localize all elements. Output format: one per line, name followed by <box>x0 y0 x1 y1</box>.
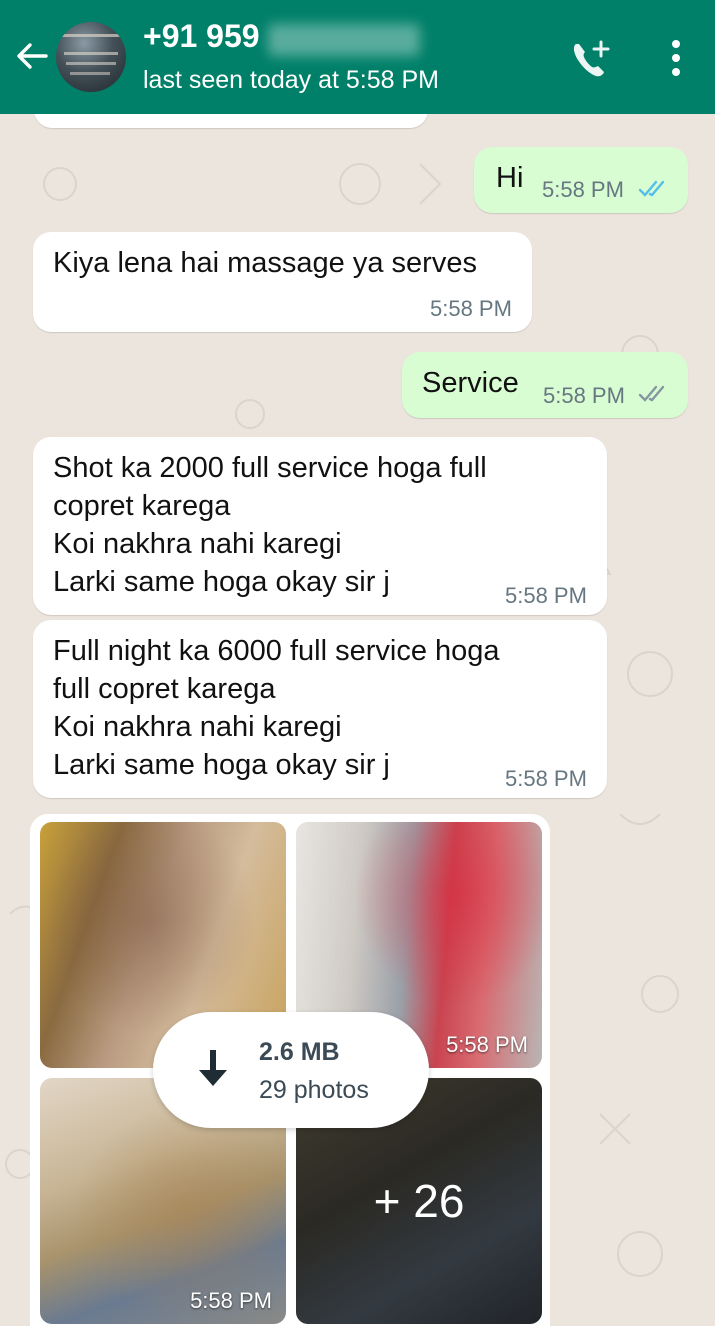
read-receipt-icon <box>638 180 665 197</box>
message-line: Koi nakhra nahi karegi <box>53 528 342 560</box>
message-time: 5:58 PM <box>543 383 625 408</box>
message-line: Koi nakhra nahi karegi <box>53 711 342 743</box>
message-bubble-outgoing[interactable]: Service 5:58 PM <box>402 352 688 418</box>
delivered-receipt-icon <box>638 385 665 402</box>
message-bubble-outgoing[interactable]: Hi 5:58 PM <box>474 147 688 213</box>
back-arrow-icon[interactable] <box>14 38 50 74</box>
more-options-icon[interactable] <box>662 38 690 78</box>
message-line: Larki same hoga okay sir j <box>53 749 390 781</box>
download-button[interactable]: 2.6 MB 29 photos <box>153 1012 429 1128</box>
message-text: Kiya lena hai massage ya serves <box>53 247 477 279</box>
chat-area[interactable]: Hi 5:58 PM Kiya lena hai massage ya serv… <box>0 114 715 1326</box>
message-time: 5:58 PM <box>505 766 587 791</box>
message-line: copret karega <box>53 490 231 522</box>
add-call-icon[interactable] <box>568 38 614 82</box>
contact-avatar[interactable] <box>56 22 126 92</box>
message-time: 5:58 PM <box>505 583 587 608</box>
chat-header: +91 959 last seen today at 5:58 PM <box>0 0 715 114</box>
message-line: Full night ka 6000 full service hoga <box>53 635 500 667</box>
photo-time: 5:58 PM <box>190 1288 272 1313</box>
photo-count: 29 photos <box>259 1076 369 1104</box>
message-line: full copret karega <box>53 673 276 705</box>
redacted-number-blur <box>268 24 420 56</box>
message-bubble-incoming[interactable]: Shot ka 2000 full service hoga full copr… <box>33 437 607 615</box>
message-bubble-incoming[interactable]: Kiya lena hai massage ya serves 5:58 PM <box>33 232 532 332</box>
contact-name[interactable]: +91 959 <box>143 18 260 55</box>
message-time: 5:58 PM <box>430 296 512 321</box>
message-line: Larki same hoga okay sir j <box>53 566 390 598</box>
download-size: 2.6 MB <box>259 1038 340 1066</box>
last-seen-status: last seen today at 5:58 PM <box>143 66 440 94</box>
message-line: Shot ka 2000 full service hoga full <box>53 452 487 484</box>
message-time: 5:58 PM <box>542 177 624 202</box>
message-text: Service <box>422 367 519 399</box>
message-bubble-partial <box>34 114 428 128</box>
photo-time: 5:58 PM <box>446 1032 528 1057</box>
message-text: Hi <box>496 162 524 194</box>
photo-album-bubble[interactable]: 5:58 PM 5:58 PM + 26 2.6 MB 29 photos <box>30 814 550 1326</box>
download-arrow-icon <box>199 1050 227 1086</box>
message-bubble-incoming[interactable]: Full night ka 6000 full service hoga ful… <box>33 620 607 798</box>
